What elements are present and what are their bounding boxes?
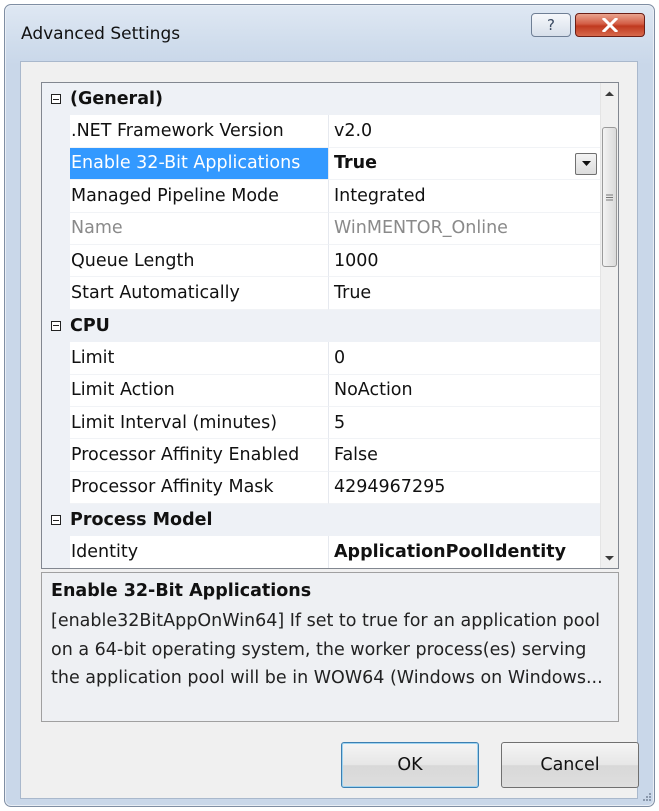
property-name[interactable]: Limit	[70, 342, 329, 375]
property-value[interactable]: 5	[329, 407, 601, 440]
question-icon: ?	[547, 16, 555, 34]
help-button[interactable]: ?	[531, 13, 571, 37]
property-value[interactable]: False	[329, 439, 601, 472]
row-gutter	[42, 212, 70, 245]
chevron-down-icon	[581, 161, 591, 167]
row-gutter	[42, 471, 70, 505]
property-grid[interactable]: (General) .NET Framework Version v2.0 Enabl…	[41, 82, 619, 569]
cancel-button[interactable]: Cancel	[501, 742, 639, 788]
row-gutter	[42, 439, 70, 472]
property-value[interactable]: 4294967295	[329, 472, 601, 505]
arrow-up-icon	[605, 91, 614, 96]
row-gutter	[42, 342, 70, 375]
grip-lines-icon	[606, 194, 613, 200]
property-row[interactable]: .NET Framework Version v2.0	[42, 115, 601, 148]
property-value[interactable]: True	[329, 277, 601, 310]
collapse-toggle[interactable]	[42, 320, 70, 331]
property-row[interactable]: Limit Action NoAction	[42, 374, 601, 407]
property-row[interactable]: Managed Pipeline Mode Integrated	[42, 180, 601, 213]
row-gutter	[42, 374, 70, 407]
property-row[interactable]: Processor Affinity Mask 4294967295	[42, 471, 601, 505]
title-bar[interactable]: Advanced Settings ?	[5, 5, 654, 61]
property-name[interactable]: Processor Affinity Enabled	[70, 439, 329, 472]
property-value[interactable]: WinMENTOR_Online	[329, 213, 601, 245]
property-value[interactable]: v2.0	[329, 115, 601, 148]
property-row[interactable]: Queue Length 1000	[42, 244, 601, 278]
category-row[interactable]: CPU	[42, 309, 601, 343]
minus-box-icon	[51, 320, 61, 331]
row-gutter	[42, 536, 70, 568]
property-row[interactable]: Name WinMENTOR_Online	[42, 212, 601, 245]
property-name[interactable]: Identity	[70, 536, 329, 568]
dialog-body: (General) .NET Framework Version v2.0 Enabl…	[20, 61, 639, 799]
advanced-settings-dialog: Advanced Settings ? (General) .NET Framew…	[4, 4, 655, 807]
value-dropdown-button[interactable]	[575, 152, 597, 175]
description-text: [enable32BitAppOnWin64] If set to true f…	[51, 611, 603, 688]
property-name[interactable]: Limit Interval (minutes)	[70, 406, 329, 440]
property-row[interactable]: Limit 0	[42, 342, 601, 375]
row-gutter	[42, 115, 70, 148]
resize-grip-icon[interactable]	[640, 792, 652, 804]
row-gutter	[42, 244, 70, 278]
description-title: Enable 32-Bit Applications	[51, 581, 312, 601]
category-row[interactable]: Process Model	[42, 504, 601, 537]
scroll-thumb[interactable]	[602, 127, 617, 267]
ok-button[interactable]: OK	[341, 742, 479, 788]
category-label: CPU	[70, 315, 110, 336]
scroll-down-button[interactable]	[601, 549, 618, 566]
arrow-down-icon	[605, 555, 614, 560]
property-name[interactable]: Enable 32-Bit Applications	[70, 147, 329, 181]
property-value[interactable]: 0	[329, 342, 601, 375]
close-button[interactable]	[575, 13, 645, 37]
category-label: (General)	[70, 89, 163, 110]
property-name[interactable]: .NET Framework Version	[70, 115, 329, 148]
property-name[interactable]: Name	[70, 212, 329, 245]
category-label: Process Model	[70, 510, 213, 531]
vertical-scrollbar[interactable]	[600, 83, 618, 568]
row-gutter	[42, 180, 70, 213]
row-gutter	[42, 147, 70, 181]
property-row[interactable]: Identity ApplicationPoolIdentity	[42, 536, 601, 568]
scroll-up-button[interactable]	[601, 85, 618, 102]
property-row[interactable]: Start Automatically True	[42, 277, 601, 310]
category-row[interactable]: (General)	[42, 83, 601, 116]
property-name[interactable]: Start Automatically	[70, 277, 329, 310]
description-panel: Enable 32-Bit Applications [enable32BitA…	[41, 572, 619, 722]
dialog-title: Advanced Settings	[21, 24, 181, 44]
property-value[interactable]: Integrated	[329, 180, 601, 213]
property-name[interactable]: Queue Length	[70, 244, 329, 278]
minus-box-icon	[51, 94, 61, 105]
property-value[interactable]: ApplicationPoolIdentity	[329, 536, 601, 568]
row-gutter	[42, 277, 70, 310]
property-name[interactable]: Limit Action	[70, 374, 329, 407]
property-row[interactable]: Processor Affinity Enabled False	[42, 439, 601, 472]
property-name[interactable]: Managed Pipeline Mode	[70, 180, 329, 213]
collapse-toggle[interactable]	[42, 94, 70, 105]
property-value[interactable]: True	[329, 148, 601, 181]
property-row[interactable]: Limit Interval (minutes) 5	[42, 406, 601, 440]
row-gutter	[42, 406, 70, 440]
property-rows: (General) .NET Framework Version v2.0 Enabl…	[42, 83, 601, 568]
property-row[interactable]: Enable 32-Bit Applications True	[42, 147, 601, 181]
close-icon	[602, 18, 618, 32]
property-value[interactable]: 1000	[329, 245, 601, 278]
property-value[interactable]: NoAction	[329, 375, 601, 407]
minus-box-icon	[51, 515, 61, 526]
collapse-toggle[interactable]	[42, 515, 70, 526]
property-name[interactable]: Processor Affinity Mask	[70, 471, 329, 505]
